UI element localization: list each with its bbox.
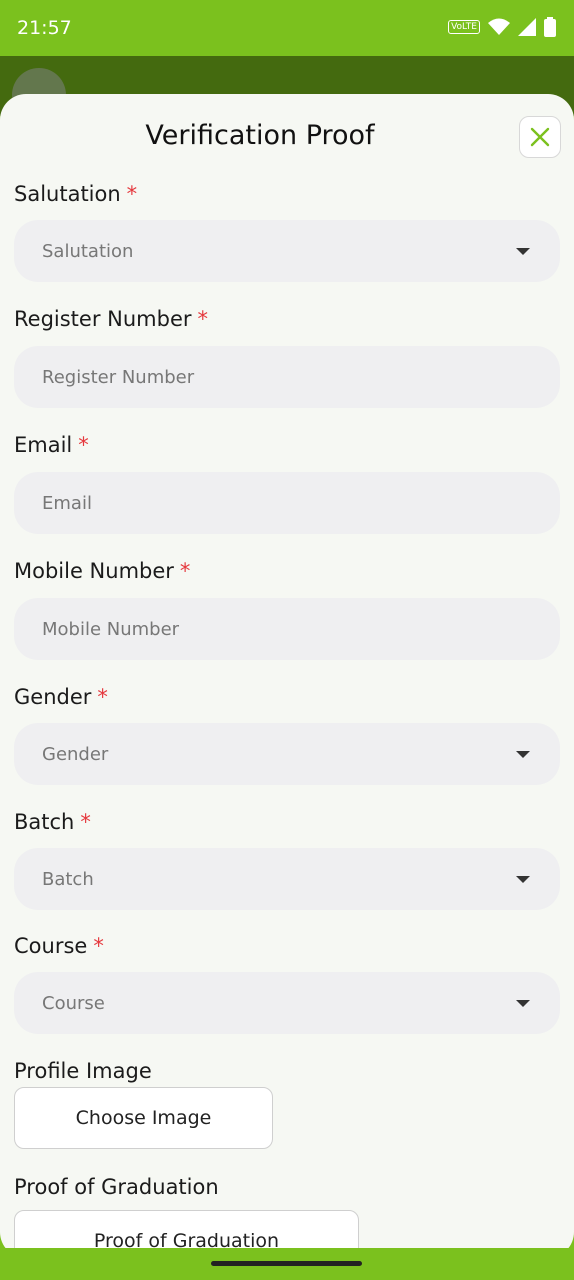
signal-icon <box>518 18 536 36</box>
batch-label-text: Batch <box>14 810 75 834</box>
email-label-text: Email <box>14 433 73 457</box>
verification-sheet: Verification Proof Salutation * Salutatio… <box>0 94 574 1258</box>
chevron-down-icon <box>516 1000 530 1007</box>
volte-icon: VoLTE <box>448 20 480 34</box>
battery-icon <box>544 17 556 37</box>
register-number-placeholder: Register Number <box>42 366 195 388</box>
course-label: Course * <box>14 934 104 958</box>
email-input[interactable]: Email <box>14 472 560 534</box>
email-label: Email * <box>14 433 89 457</box>
gender-label-text: Gender <box>14 685 92 709</box>
gender-placeholder: Gender <box>42 743 109 765</box>
course-select[interactable]: Course <box>14 972 560 1034</box>
required-mark: * <box>97 685 108 709</box>
course-label-text: Course <box>14 934 88 958</box>
required-mark: * <box>78 433 89 457</box>
register-number-input[interactable]: Register Number <box>14 346 560 408</box>
wifi-icon <box>488 18 510 35</box>
salutation-label: Salutation * <box>14 182 137 206</box>
required-mark: * <box>126 182 138 206</box>
required-mark: * <box>179 559 191 583</box>
batch-label: Batch * <box>14 810 91 834</box>
course-placeholder: Course <box>42 992 105 1014</box>
required-mark: * <box>197 307 209 331</box>
gender-label: Gender * <box>14 685 108 709</box>
choose-image-button[interactable]: Choose Image <box>14 1087 273 1149</box>
mobile-number-label-text: Mobile Number <box>14 559 174 583</box>
register-number-label: Register Number * <box>14 307 208 331</box>
register-number-label-text: Register Number <box>14 307 192 331</box>
close-button[interactable] <box>519 116 561 158</box>
chevron-down-icon <box>516 751 530 758</box>
gender-select[interactable]: Gender <box>14 723 560 785</box>
status-icons: VoLTE <box>448 17 556 37</box>
mobile-number-input[interactable]: Mobile Number <box>14 598 560 660</box>
proof-of-graduation-label: Proof of Graduation <box>14 1175 219 1199</box>
mobile-number-placeholder: Mobile Number <box>42 618 180 640</box>
salutation-label-text: Salutation <box>14 182 121 206</box>
sheet-title: Verification Proof <box>145 120 375 151</box>
status-bar: 21:57 VoLTE <box>0 0 574 56</box>
status-time: 21:57 <box>17 17 72 39</box>
chevron-down-icon <box>516 248 530 255</box>
mobile-number-label: Mobile Number * <box>14 559 190 583</box>
profile-image-label: Profile Image <box>14 1059 152 1083</box>
email-placeholder: Email <box>42 492 92 514</box>
home-indicator[interactable] <box>211 1261 362 1266</box>
salutation-placeholder: Salutation <box>42 240 134 262</box>
salutation-select[interactable]: Salutation <box>14 220 560 282</box>
batch-select[interactable]: Batch <box>14 848 560 910</box>
required-mark: * <box>93 934 104 958</box>
required-mark: * <box>80 810 91 834</box>
close-icon <box>530 127 550 147</box>
chevron-down-icon <box>516 876 530 883</box>
batch-placeholder: Batch <box>42 868 94 890</box>
